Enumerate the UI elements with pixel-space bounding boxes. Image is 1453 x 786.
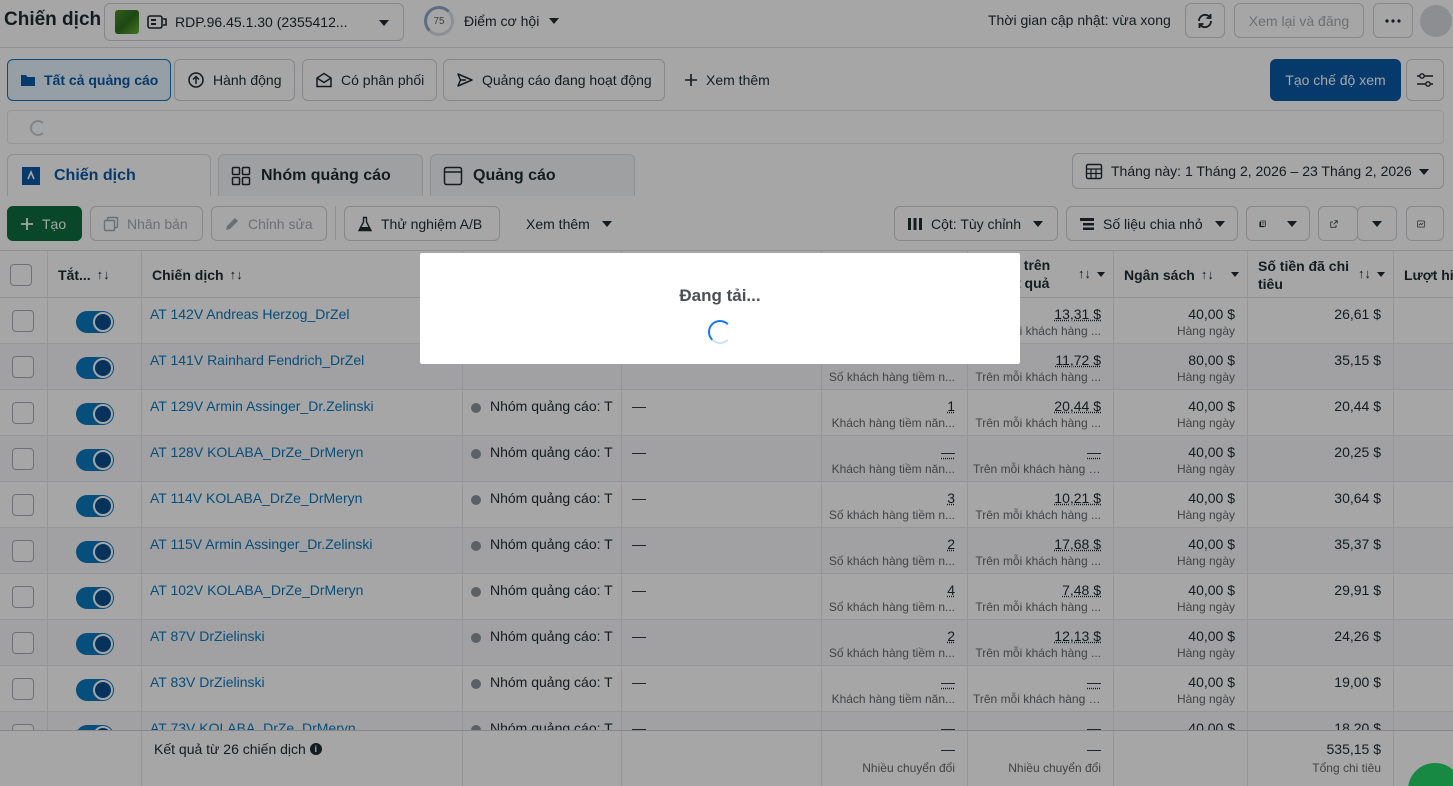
- loading-title: Đang tải...: [420, 286, 1020, 306]
- loading-spinner-icon: [708, 320, 732, 344]
- loading-dialog: Đang tải...: [420, 253, 1020, 364]
- modal-overlay: Đang tải...: [0, 0, 1453, 786]
